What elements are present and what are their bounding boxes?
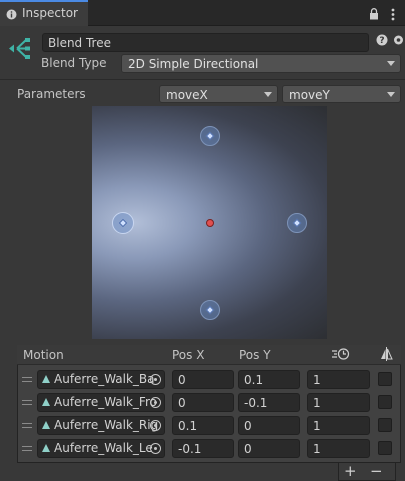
node-diamond-icon [118,218,127,227]
row-drag-handle[interactable] [22,446,32,451]
pos-y-field[interactable]: -0.1 [238,393,300,412]
node-diamond-icon [205,305,214,314]
animation-clip-icon [42,421,50,429]
time-scale-field[interactable]: 1 [307,393,370,412]
object-picker-icon[interactable] [150,420,161,431]
divider [0,79,405,80]
blend-motion-node[interactable] [199,299,220,320]
pos-x-field[interactable]: 0 [172,393,234,412]
add-motion-button[interactable]: + [344,462,357,480]
time-scale-field[interactable]: 1 [307,439,370,458]
object-picker-icon[interactable] [150,374,161,385]
pos-x-column-header: Pos X [172,348,205,362]
motion-field[interactable]: Auferre_Walk_Rig [37,416,165,435]
pos-x-field[interactable]: 0 [172,370,234,389]
blend-motion-node[interactable] [111,211,134,234]
node-diamond-icon [292,218,301,227]
chevron-down-icon [387,61,395,66]
blend-motion-node[interactable] [286,212,307,233]
object-picker-icon[interactable] [150,443,161,454]
parameters-label: Parameters [17,87,86,101]
blend-type-dropdown[interactable]: 2D Simple Directional [121,54,401,73]
pos-y-field[interactable]: 0 [238,439,300,458]
mirror-checkbox[interactable] [378,418,392,432]
kebab-menu-icon[interactable] [391,8,395,21]
lock-icon[interactable] [369,8,379,20]
row-drag-handle[interactable] [22,400,32,405]
parameter-x-dropdown[interactable]: moveX [159,85,278,103]
motion-column-header: Motion [23,348,64,362]
pos-x-field[interactable]: 0.1 [172,416,234,435]
time-scale-field[interactable]: 1 [307,370,370,389]
mirror-checkbox[interactable] [378,441,392,455]
tab-label: Inspector [22,6,78,20]
time-scale-field[interactable]: 1 [307,416,370,435]
mirror-checkbox[interactable] [378,395,392,409]
object-picker-icon[interactable] [150,397,161,408]
blend-graph[interactable] [92,106,327,339]
node-diamond-icon [205,131,214,140]
info-icon [6,9,17,20]
animation-clip-icon [42,444,50,452]
row-drag-handle[interactable] [22,377,32,382]
blend-parameter-point[interactable] [205,218,214,227]
chevron-down-icon [387,92,395,97]
pos-x-field[interactable]: -0.1 [172,439,234,458]
blend-tree-icon [9,38,30,59]
animation-clip-icon [42,375,50,383]
parameter-y-dropdown[interactable]: moveY [282,85,401,103]
motion-field[interactable]: Auferre_Walk_Fro [37,393,165,412]
chevron-down-icon [264,92,272,97]
time-scale-icon [332,348,350,360]
blend-type-label: Blend Type [41,56,107,70]
settings-icon[interactable] [393,34,404,46]
svg-text:?: ? [379,36,384,46]
animation-clip-icon [42,398,50,406]
motion-field[interactable]: Auferre_Walk_Le [37,439,165,458]
blend-tree-name-field[interactable]: Blend Tree [42,33,369,52]
remove-motion-button[interactable]: − [370,462,383,480]
motion-field[interactable]: Auferre_Walk_Ba [37,370,165,389]
help-icon[interactable]: ? [376,34,388,46]
pos-y-column-header: Pos Y [239,348,271,362]
pos-y-field[interactable]: 0 [238,416,300,435]
mirror-icon [381,347,393,361]
row-drag-handle[interactable] [22,423,32,428]
mirror-checkbox[interactable] [378,372,392,386]
pos-y-field[interactable]: 0.1 [238,370,300,389]
blend-motion-node[interactable] [199,125,220,146]
